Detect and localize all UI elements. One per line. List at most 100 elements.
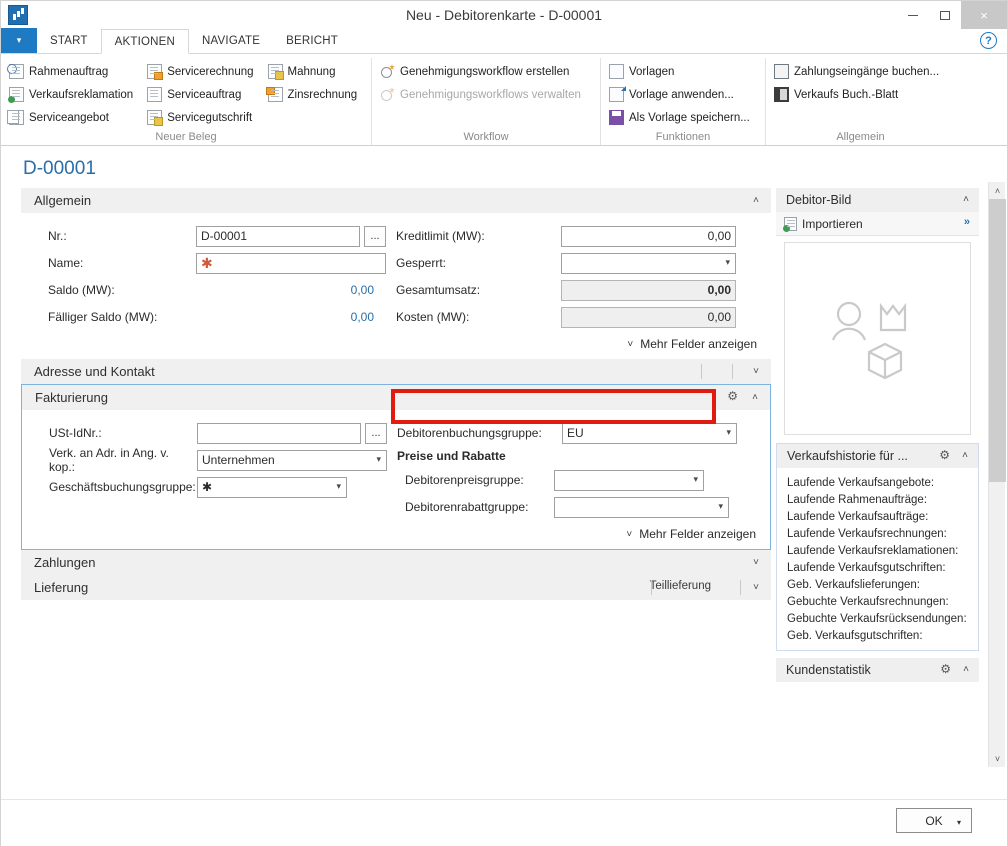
list-item[interactable]: Geb. Verkaufsgutschriften: bbox=[777, 627, 978, 644]
document-order-icon bbox=[147, 87, 163, 102]
tab-aktionen[interactable]: AKTIONEN bbox=[100, 29, 190, 54]
section-header-zahlungen[interactable]: Zahlungen ˅ bbox=[21, 550, 771, 575]
ribbon-item-verkaufs-buch-blatt[interactable]: Verkaufs Buch.-Blatt bbox=[772, 83, 945, 106]
chevron-down-icon[interactable]: ˅ bbox=[753, 582, 759, 593]
customer-picture-placeholder[interactable] bbox=[784, 242, 971, 435]
chevron-up-icon[interactable]: ˄ bbox=[752, 392, 758, 403]
factbox-import-row[interactable]: Importieren » bbox=[776, 212, 979, 236]
help-icon[interactable]: ? bbox=[980, 32, 997, 49]
scroll-down-button[interactable]: ˅ bbox=[989, 750, 1006, 767]
ok-button[interactable]: OK ▾ bbox=[896, 808, 972, 833]
list-item[interactable]: Laufende Verkaufsreklamationen: bbox=[777, 542, 978, 559]
debitorenbuchungsgruppe-select[interactable]: EU bbox=[562, 422, 737, 444]
list-item[interactable]: Gebuchte Verkaufsrechnungen: bbox=[777, 593, 978, 610]
tab-bericht[interactable]: BERICHT bbox=[273, 28, 351, 53]
section-title: Fakturierung bbox=[35, 390, 108, 405]
list-item[interactable]: Laufende Verkaufsgutschriften: bbox=[777, 559, 978, 576]
workflow-manage-icon bbox=[380, 87, 395, 102]
ribbon-item-verkaufsreklamation[interactable]: Verkaufsreklamation bbox=[7, 83, 139, 106]
ribbon-item-zahlungseingaenge-buchen[interactable]: Zahlungseingänge buchen... bbox=[772, 60, 945, 83]
ribbon-item-label: Serviceangebot bbox=[29, 111, 109, 124]
field-row-saldo: Saldo (MW): 0,00 bbox=[34, 277, 396, 303]
debitorenrabattgruppe-select[interactable] bbox=[554, 496, 729, 518]
chevron-down-icon[interactable]: ˅ bbox=[753, 366, 759, 377]
ust-idnr-input[interactable] bbox=[197, 422, 361, 444]
maximize-button[interactable] bbox=[929, 1, 961, 29]
list-item[interactable]: Laufende Verkaufsangebote: bbox=[777, 474, 978, 491]
gear-icon[interactable]: ⚙ bbox=[727, 389, 738, 403]
ribbon-item-label: Rahmenauftrag bbox=[29, 65, 109, 78]
section-header-allgemein[interactable]: Allgemein ˄ bbox=[21, 188, 771, 213]
name-input[interactable]: ✱ bbox=[196, 252, 386, 274]
gear-icon[interactable]: ⚙ bbox=[940, 662, 951, 676]
ribbon-item-label: Zinsrechnung bbox=[287, 88, 358, 101]
chevron-down-icon: ˅ bbox=[627, 338, 634, 350]
ribbon-item-als-vorlage-speichern[interactable]: Als Vorlage speichern... bbox=[607, 106, 756, 129]
ribbon-item-servicerechnung[interactable]: Servicerechnung bbox=[145, 60, 259, 83]
ribbon-item-genehmigungsworkflow-erstellen[interactable]: Genehmigungsworkflow erstellen bbox=[378, 60, 587, 83]
ribbon-content: Rahmenauftrag Verkaufsreklamation Servic… bbox=[1, 54, 1007, 146]
factbox-header-kundenstatistik[interactable]: Kundenstatistik ⚙ ˄ bbox=[776, 658, 979, 682]
ribbon-item-serviceangebot[interactable]: Serviceangebot bbox=[7, 106, 139, 129]
ok-label: OK bbox=[925, 813, 943, 828]
import-label: Importieren bbox=[802, 216, 863, 231]
page-body: D-00001 Allgemein ˄ Nr.: D-00001 ... Nam… bbox=[1, 146, 1007, 846]
factbox-header-verkaufshistorie[interactable]: Verkaufshistorie für ... ⚙ ˄ bbox=[777, 444, 978, 468]
gear-icon[interactable]: ⚙ bbox=[939, 448, 950, 462]
ribbon-item-servicegutschrift[interactable]: Servicegutschrift bbox=[145, 106, 259, 129]
ribbon-group-workflow: Genehmigungsworkflow erstellen Genehmigu… bbox=[371, 58, 600, 145]
field-label: Nr.: bbox=[48, 229, 67, 243]
section-header-adresse[interactable]: Adresse und Kontakt ˅ bbox=[21, 359, 771, 384]
chevron-up-icon[interactable]: ˄ bbox=[963, 664, 969, 675]
minimize-button[interactable] bbox=[897, 1, 929, 29]
section-header-fakturierung[interactable]: Fakturierung ⚙ ˄ bbox=[22, 385, 770, 410]
chevron-up-icon[interactable]: ˄ bbox=[962, 450, 968, 461]
debitorenpreisgruppe-select[interactable] bbox=[554, 469, 704, 491]
vertical-scrollbar[interactable]: ˄ ˅ bbox=[988, 182, 1006, 767]
field-row-debitorenbuchungsgruppe: Debitorenbuchungsgruppe: EU bbox=[397, 420, 757, 446]
ribbon-item-label: Vorlagen bbox=[629, 65, 675, 78]
geschaeftsbuchungsgruppe-select[interactable]: ✱ bbox=[197, 476, 347, 498]
ribbon-item-rahmenauftrag[interactable]: Rahmenauftrag bbox=[7, 60, 139, 83]
close-button[interactable]: × bbox=[961, 1, 1007, 29]
ribbon-menu-dropdown[interactable]: ▾ bbox=[1, 28, 37, 53]
workflow-create-icon bbox=[380, 64, 395, 79]
ribbon-item-label: Genehmigungsworkflow erstellen bbox=[400, 65, 570, 78]
dialog-footer: OK ▾ bbox=[1, 799, 1007, 845]
expand-icon[interactable]: » bbox=[964, 216, 970, 228]
ribbon-item-vorlagen[interactable]: Vorlagen bbox=[607, 60, 756, 83]
ribbon-item-zinsrechnung[interactable]: Zinsrechnung bbox=[265, 83, 364, 106]
chevron-up-icon[interactable]: ˄ bbox=[963, 194, 969, 205]
allgemein-more-fields-toggle[interactable]: ˅ Mehr Felder anzeigen bbox=[21, 331, 771, 353]
factbox-kundenstatistik: Kundenstatistik ⚙ ˄ bbox=[776, 658, 979, 682]
list-item[interactable]: Gebuchte Verkaufsrücksendungen: bbox=[777, 610, 978, 627]
window-title: Neu - Debitorenkarte - D-00001 bbox=[405, 7, 603, 23]
ribbon-item-vorlage-anwenden[interactable]: Vorlage anwenden... bbox=[607, 83, 756, 106]
scrollbar-thumb[interactable] bbox=[989, 199, 1006, 482]
chevron-down-icon[interactable]: ˅ bbox=[753, 557, 759, 568]
kreditlimit-input[interactable]: 0,00 bbox=[561, 225, 736, 247]
nr-input[interactable]: D-00001 bbox=[196, 225, 360, 247]
list-item[interactable]: Laufende Verkaufsrechnungen: bbox=[777, 525, 978, 542]
gesperrt-select[interactable] bbox=[561, 252, 736, 274]
ribbon-item-serviceauftrag[interactable]: Serviceauftrag bbox=[145, 83, 259, 106]
list-item[interactable]: Geb. Verkaufslieferungen: bbox=[777, 576, 978, 593]
saldo-value[interactable]: 0,00 bbox=[196, 283, 386, 297]
chevron-up-icon[interactable]: ˄ bbox=[753, 195, 759, 206]
tab-navigate[interactable]: NAVIGATE bbox=[189, 28, 273, 53]
factbox-header-debitor-bild[interactable]: Debitor-Bild ˄ bbox=[776, 188, 979, 212]
ribbon-column-1: Genehmigungsworkflow erstellen Genehmigu… bbox=[378, 60, 593, 106]
fakturierung-more-fields-toggle[interactable]: ˅ Mehr Felder anzeigen bbox=[22, 521, 770, 543]
list-item[interactable]: Laufende Rahmenaufträge: bbox=[777, 491, 978, 508]
verk-an-adr-select[interactable]: Unternehmen bbox=[197, 449, 387, 471]
ust-idnr-assist-button[interactable]: ... bbox=[365, 422, 387, 444]
section-header-lieferung[interactable]: Lieferung Teillieferung ˅ bbox=[21, 575, 771, 600]
tab-start[interactable]: START bbox=[37, 28, 101, 53]
scroll-up-button[interactable]: ˄ bbox=[989, 182, 1006, 199]
form-column: Allgemein ˄ Nr.: D-00001 ... Name: ✱ Sal… bbox=[21, 188, 771, 689]
ribbon-item-mahnung[interactable]: Mahnung bbox=[266, 60, 364, 83]
faelliger-saldo-value[interactable]: 0,00 bbox=[196, 310, 386, 324]
list-item[interactable]: Laufende Verkaufsaufträge: bbox=[777, 508, 978, 525]
document-copy-icon bbox=[7, 110, 24, 125]
nr-assist-button[interactable]: ... bbox=[364, 225, 386, 247]
